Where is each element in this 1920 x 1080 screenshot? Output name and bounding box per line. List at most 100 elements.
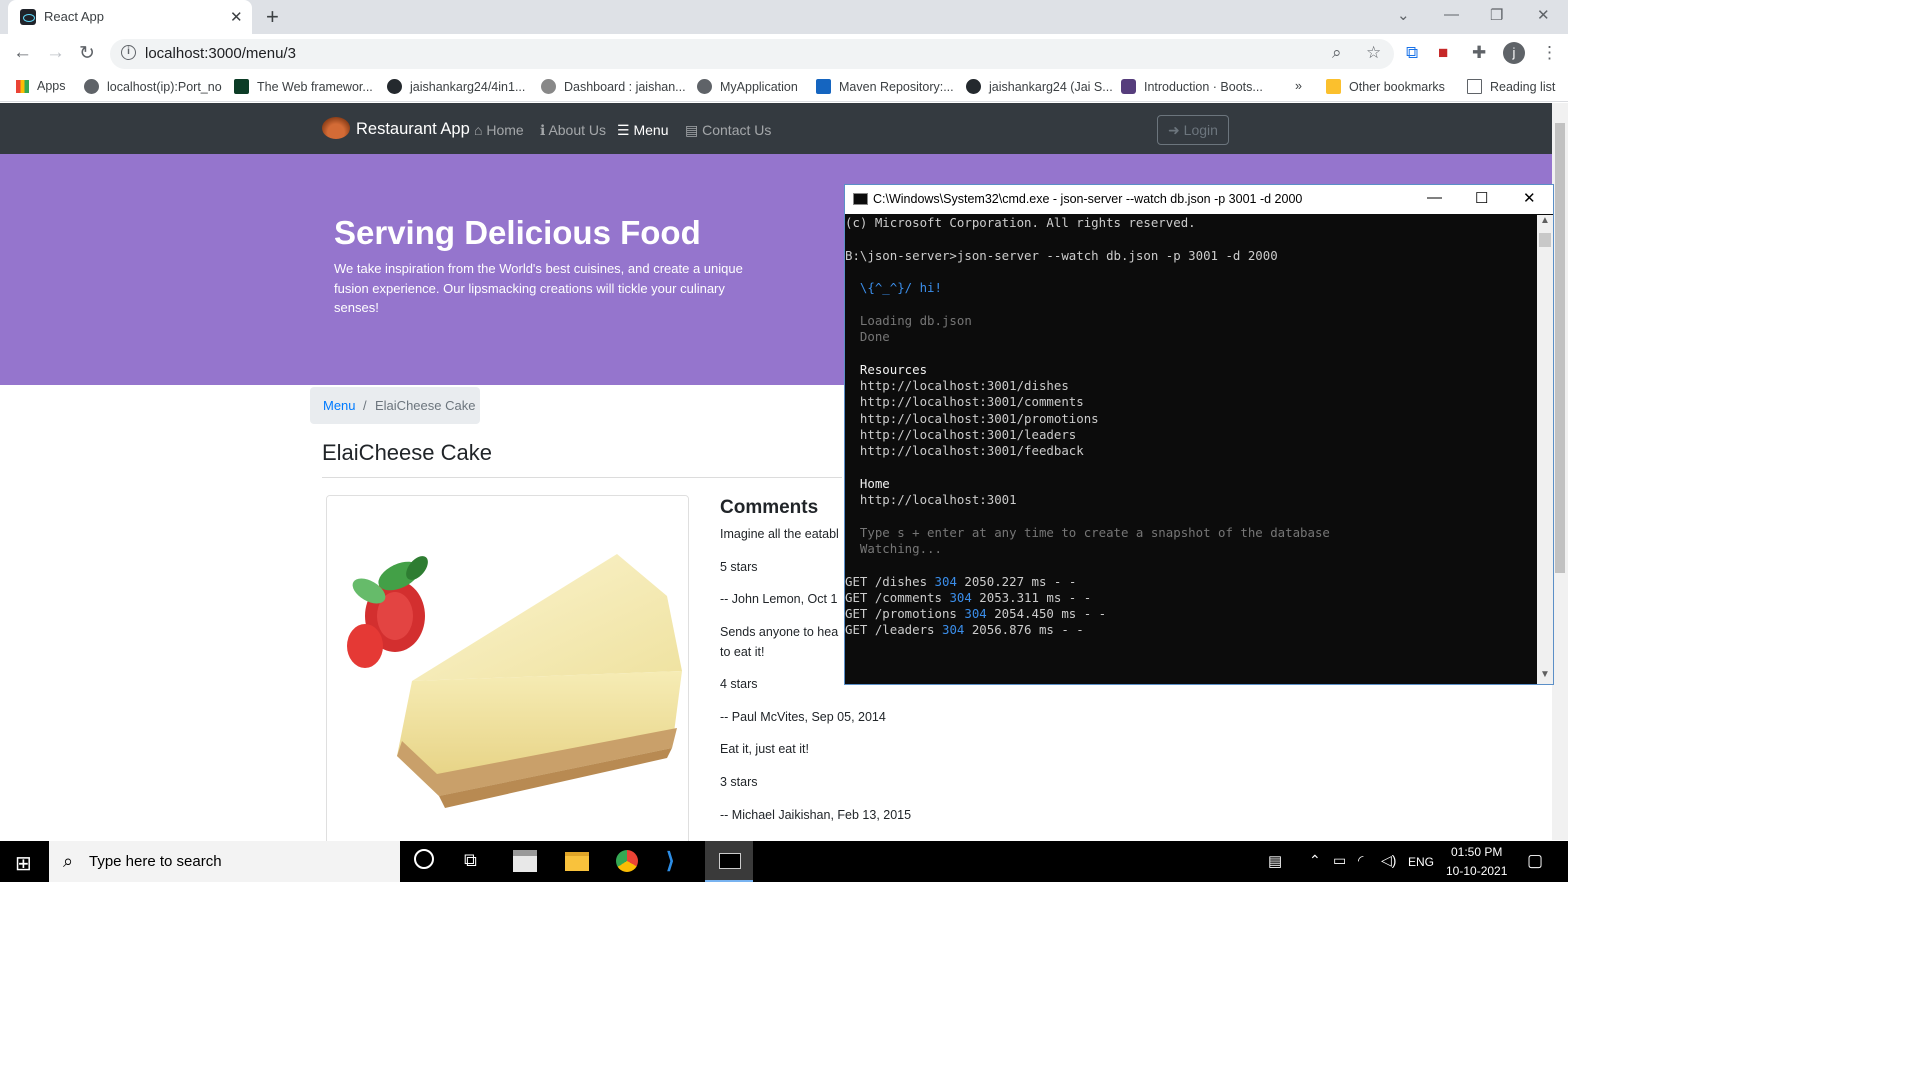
terminal-request-line: GET /promotions 304 2054.450 ms - - xyxy=(845,606,1107,622)
navbar-brand[interactable]: Restaurant App xyxy=(322,117,470,139)
new-tab-button[interactable]: + xyxy=(266,4,279,30)
cmd-scrollbar-thumb[interactable] xyxy=(1539,233,1551,247)
bookmark-github-4in1[interactable]: jaishankarg24/4in1... xyxy=(387,79,525,94)
cmd-maximize-icon[interactable]: ☐ xyxy=(1475,189,1488,207)
github-icon xyxy=(387,79,402,94)
back-icon[interactable]: ← xyxy=(13,42,32,64)
terminal-request-line: GET /leaders 304 2056.876 ms - - xyxy=(845,622,1084,638)
site-info-icon[interactable]: i xyxy=(121,45,136,60)
vscode-icon[interactable]: ⟩ xyxy=(666,848,675,874)
extension-translate-icon[interactable]: ⧉ xyxy=(1406,43,1418,63)
task-view-icon[interactable]: ⧉ xyxy=(464,850,477,871)
windows-start-icon[interactable]: ⊞ xyxy=(15,851,32,876)
language-indicator[interactable]: ENG xyxy=(1408,855,1434,869)
comment-text: Sends anyone to hea xyxy=(720,625,839,639)
terminal-line: Home xyxy=(845,475,890,491)
terminal-line: Watching... xyxy=(845,540,942,556)
close-window-icon[interactable]: ✕ xyxy=(1537,6,1550,24)
breadcrumb-menu-link[interactable]: Menu xyxy=(323,398,356,413)
cmd-close-icon[interactable]: ✕ xyxy=(1523,189,1536,207)
taskbar-search[interactable]: ⌕ Type here to search xyxy=(49,841,400,882)
scroll-up-icon[interactable]: ▲ xyxy=(1540,215,1550,226)
cortana-icon[interactable] xyxy=(414,849,434,869)
cheesecake-image xyxy=(327,496,688,844)
comment-author: -- Paul McVites, Sep 05, 2014 xyxy=(720,710,886,724)
notification-icon[interactable]: ▢ xyxy=(1527,851,1543,871)
cmd-titlebar[interactable]: C:\Windows\System32\cmd.exe - json-serve… xyxy=(845,185,1553,214)
nav-menu[interactable]: ☰ Menu xyxy=(617,122,668,139)
clock-date[interactable]: 10-10-2021 xyxy=(1446,864,1507,878)
bookmark-django[interactable]: The Web framewor... xyxy=(234,79,373,94)
apps-grid-icon xyxy=(16,80,29,93)
url-text[interactable]: localhost:3000/menu/3 xyxy=(145,45,296,62)
django-icon xyxy=(234,79,249,94)
scroll-down-icon[interactable]: ▼ xyxy=(1540,669,1550,680)
bookmark-maven[interactable]: Maven Repository:... xyxy=(816,79,954,94)
comment-rating: 4 stars xyxy=(720,677,758,691)
comment-rating: 3 stars xyxy=(720,775,758,789)
cmd-scrollbar[interactable]: ▲ ▼ xyxy=(1537,215,1553,684)
browser-tab[interactable]: React App ✕ xyxy=(8,0,252,34)
chrome-taskbar-icon[interactable] xyxy=(616,850,638,872)
bookmark-dashboard[interactable]: Dashboard : jaishan... xyxy=(541,79,686,94)
cmd-window[interactable]: C:\Windows\System32\cmd.exe - json-serve… xyxy=(844,184,1554,685)
restore-icon[interactable]: ❐ xyxy=(1490,6,1503,24)
bookmark-myapplication[interactable]: MyApplication xyxy=(697,79,798,94)
cmd-icon xyxy=(853,193,868,205)
terminal-request-line: GET /dishes 304 2050.227 ms - - xyxy=(845,573,1077,589)
news-icon[interactable]: ▤ xyxy=(1268,852,1282,870)
chrome-menu-icon[interactable]: ⋮ xyxy=(1541,43,1558,63)
cmd-minimize-icon[interactable]: — xyxy=(1427,189,1442,206)
terminal-output[interactable]: (c) Microsoft Corporation. All rights re… xyxy=(845,215,1537,685)
comment-rating: 5 stars xyxy=(720,560,758,574)
file-explorer-icon[interactable] xyxy=(565,852,589,871)
reading-list-icon xyxy=(1467,79,1482,94)
page-scrollbar[interactable] xyxy=(1552,103,1568,840)
bookmarks-overflow-icon[interactable]: » xyxy=(1295,79,1302,93)
bookmark-bootstrap[interactable]: Introduction · Boots... xyxy=(1121,79,1263,94)
clock-time[interactable]: 01:50 PM xyxy=(1451,845,1502,859)
scrollbar-thumb[interactable] xyxy=(1555,123,1565,573)
bookmark-reading-list[interactable]: Reading list xyxy=(1467,79,1555,94)
comment-author: -- Michael Jaikishan, Feb 13, 2015 xyxy=(720,808,912,822)
reload-icon[interactable]: ↻ xyxy=(79,42,95,65)
zoom-icon[interactable]: ⌕ xyxy=(1332,43,1342,63)
terminal-line: http://localhost:3001/leaders xyxy=(845,426,1077,442)
tab-search-icon[interactable]: ⌄ xyxy=(1397,6,1410,24)
bookmark-localhost[interactable]: localhost(ip):Port_no xyxy=(84,79,222,94)
wifi-icon[interactable]: ◜ xyxy=(1358,852,1363,869)
globe-icon xyxy=(84,79,99,94)
tab-title: React App xyxy=(44,9,104,24)
bookmark-apps[interactable]: Apps xyxy=(16,79,66,93)
search-icon: ⌕ xyxy=(63,851,74,871)
cmd-taskbar-button[interactable] xyxy=(705,841,753,882)
forward-icon[interactable]: → xyxy=(46,42,65,64)
tab-close-icon[interactable]: ✕ xyxy=(230,8,243,26)
list-icon: ☰ xyxy=(617,122,634,138)
extension-red-icon[interactable]: ■ xyxy=(1438,43,1448,63)
address-bar[interactable]: i localhost:3000/menu/3 ⌕ ☆ xyxy=(110,39,1394,69)
dashboard-icon xyxy=(541,79,556,94)
nav-home[interactable]: ⌂ Home xyxy=(474,122,524,138)
bookmark-github-profile[interactable]: jaishankarg24 (Jai S... xyxy=(966,79,1113,94)
nav-contact[interactable]: ▤ Contact Us xyxy=(685,122,771,139)
terminal-line: (c) Microsoft Corporation. All rights re… xyxy=(845,215,1196,230)
terminal-line: http://localhost:3001/feedback xyxy=(845,443,1084,459)
extensions-puzzle-icon[interactable]: ✚ xyxy=(1472,43,1486,63)
login-button[interactable]: ➜ Login xyxy=(1157,115,1229,145)
bookmark-star-icon[interactable]: ☆ xyxy=(1366,43,1381,63)
profile-avatar[interactable]: j xyxy=(1503,42,1525,64)
terminal-line: Type s + enter at any time to create a s… xyxy=(845,524,1330,540)
cmd-taskbar-icon xyxy=(719,853,741,869)
jumbotron-text: We take inspiration from the World's bes… xyxy=(334,261,743,315)
nav-about[interactable]: ℹ About Us xyxy=(540,122,606,139)
minimize-icon[interactable]: — xyxy=(1444,6,1459,23)
volume-icon[interactable]: ◁) xyxy=(1381,852,1396,869)
store-icon[interactable] xyxy=(513,850,537,872)
globe-icon xyxy=(697,79,712,94)
divider xyxy=(322,477,842,478)
tray-chevron-icon[interactable]: ⌃ xyxy=(1309,852,1321,869)
search-placeholder: Type here to search xyxy=(89,853,222,870)
battery-icon[interactable]: ▭ xyxy=(1333,852,1346,869)
bookmark-other[interactable]: Other bookmarks xyxy=(1326,79,1445,94)
